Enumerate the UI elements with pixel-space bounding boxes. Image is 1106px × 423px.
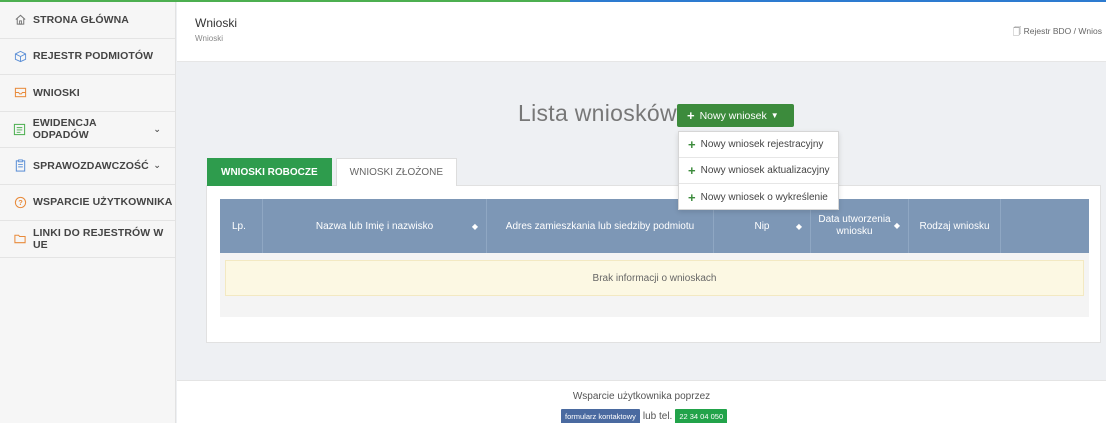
- sidebar-item-label: REJESTR PODMIOTÓW: [33, 50, 154, 63]
- sidebar-item-sprawozdawczosc[interactable]: SPRAWOZDAWCZOŚĆ ⌄: [0, 148, 175, 185]
- sidebar-item-rejestr[interactable]: REJESTR PODMIOTÓW: [0, 39, 175, 75]
- sidebar-item-wnioski[interactable]: WNIOSKI: [0, 75, 175, 112]
- sidebar-item-home[interactable]: STRONA GŁÓWNA: [0, 2, 175, 39]
- footer: Wsparcie użytkownika poprzez formularz k…: [177, 380, 1106, 423]
- sidebar-item-label: EWIDENCJA ODPADÓW: [32, 117, 97, 142]
- new-request-button[interactable]: + Nowy wniosek ▼: [677, 104, 794, 127]
- empty-state-message: Brak informacji o wnioskach: [225, 260, 1084, 296]
- cube-icon: [13, 49, 27, 63]
- help-icon: ?: [13, 195, 27, 209]
- page-header: Wnioski Wnioski 🗍 Rejestr BDO / Wnios: [177, 2, 1106, 62]
- table-body: Brak informacji o wnioskach: [220, 253, 1089, 317]
- chevron-down-icon: ⌄: [153, 123, 161, 134]
- folder-icon: [13, 232, 27, 246]
- clipboard-icon: [13, 159, 27, 173]
- sidebar-item-label: WNIOSKI: [33, 86, 80, 99]
- tab-draft-requests[interactable]: WNIOSKI ROBOCZE: [207, 158, 332, 186]
- sort-icon: ◆: [893, 221, 900, 230]
- footer-contact: formularz kontaktowy lub tel. 22 34 04 0…: [561, 409, 728, 423]
- sidebar-item-wsparcie[interactable]: ? WSPARCIE UŻYTKOWNIKA: [0, 185, 175, 221]
- sidebar-item-label: SPRAWOZDAWCZOŚĆ: [33, 159, 149, 172]
- plus-icon: +: [687, 108, 695, 123]
- sidebar-item-label: WSPARCIE UŻYTKOWNIKA: [33, 196, 173, 209]
- sort-icon: ◆: [795, 221, 802, 231]
- tab-submitted-requests[interactable]: WNIOSKI ZŁOŻONE: [335, 158, 458, 186]
- sidebar: STRONA GŁÓWNA REJESTR PODMIOTÓW WNIOSKI …: [0, 2, 176, 423]
- breadcrumb[interactable]: 🗍 Rejestr BDO / Wnios: [1013, 26, 1102, 40]
- sort-icon: ◆: [471, 221, 478, 231]
- sidebar-item-linki[interactable]: LINKI DO REJESTRÓW W UE: [0, 221, 175, 258]
- footer-support-text: Wsparcie użytkownika poprzez: [572, 391, 711, 402]
- sidebar-item-label: STRONA GŁÓWNA: [33, 13, 129, 26]
- list-heading: Lista wniosków: [518, 100, 677, 126]
- plus-icon: +: [688, 137, 696, 152]
- new-request-dropdown: + Nowy wniosek rejestracyjny + Nowy wnio…: [678, 131, 839, 210]
- column-header-lp[interactable]: Lp.: [220, 199, 263, 253]
- breadcrumb-text: Rejestr BDO / Wnios: [1023, 26, 1102, 36]
- clipboard-icon: 🗍: [1012, 26, 1022, 36]
- plus-icon: +: [688, 189, 696, 205]
- page-subtitle: Wnioski: [195, 34, 224, 43]
- inbox-icon: [13, 86, 27, 100]
- tabs: WNIOSKI ROBOCZE WNIOSKI ZŁOŻONE: [207, 158, 458, 186]
- column-header-type[interactable]: Rodzaj wniosku: [909, 199, 1001, 253]
- sidebar-item-label: LINKI DO REJESTRÓW W UE: [33, 226, 164, 251]
- column-header-name[interactable]: Nazwa lub Imię i nazwisko ◆: [263, 199, 487, 253]
- home-icon: [13, 13, 27, 27]
- menu-item-update[interactable]: + Nowy wniosek aktualizacyjny: [679, 158, 838, 184]
- sidebar-item-ewidencja[interactable]: EWIDENCJA ODPADÓW ⌄: [0, 112, 175, 148]
- page-title: Wnioski: [195, 16, 238, 30]
- document-icon: [13, 122, 27, 136]
- footer-or-phone: lub tel.: [642, 411, 673, 422]
- new-request-label: Nowy wniosek: [699, 109, 767, 122]
- contact-form-link[interactable]: formularz kontaktowy: [561, 409, 640, 423]
- column-header-actions: [1001, 199, 1089, 253]
- chevron-down-icon: ⌄: [153, 160, 161, 171]
- menu-item-registration[interactable]: + Nowy wniosek rejestracyjny: [679, 132, 838, 158]
- table-header: Lp. Nazwa lub Imię i nazwisko ◆ Adres zam…: [220, 199, 1089, 253]
- phone-badge[interactable]: 22 34 04 050: [675, 409, 728, 423]
- plus-icon: +: [688, 163, 696, 178]
- menu-item-removal[interactable]: + Nowy wniosek o wykreślenie: [679, 184, 838, 210]
- svg-text:?: ?: [18, 198, 23, 207]
- caret-down-icon: ▼: [770, 111, 779, 120]
